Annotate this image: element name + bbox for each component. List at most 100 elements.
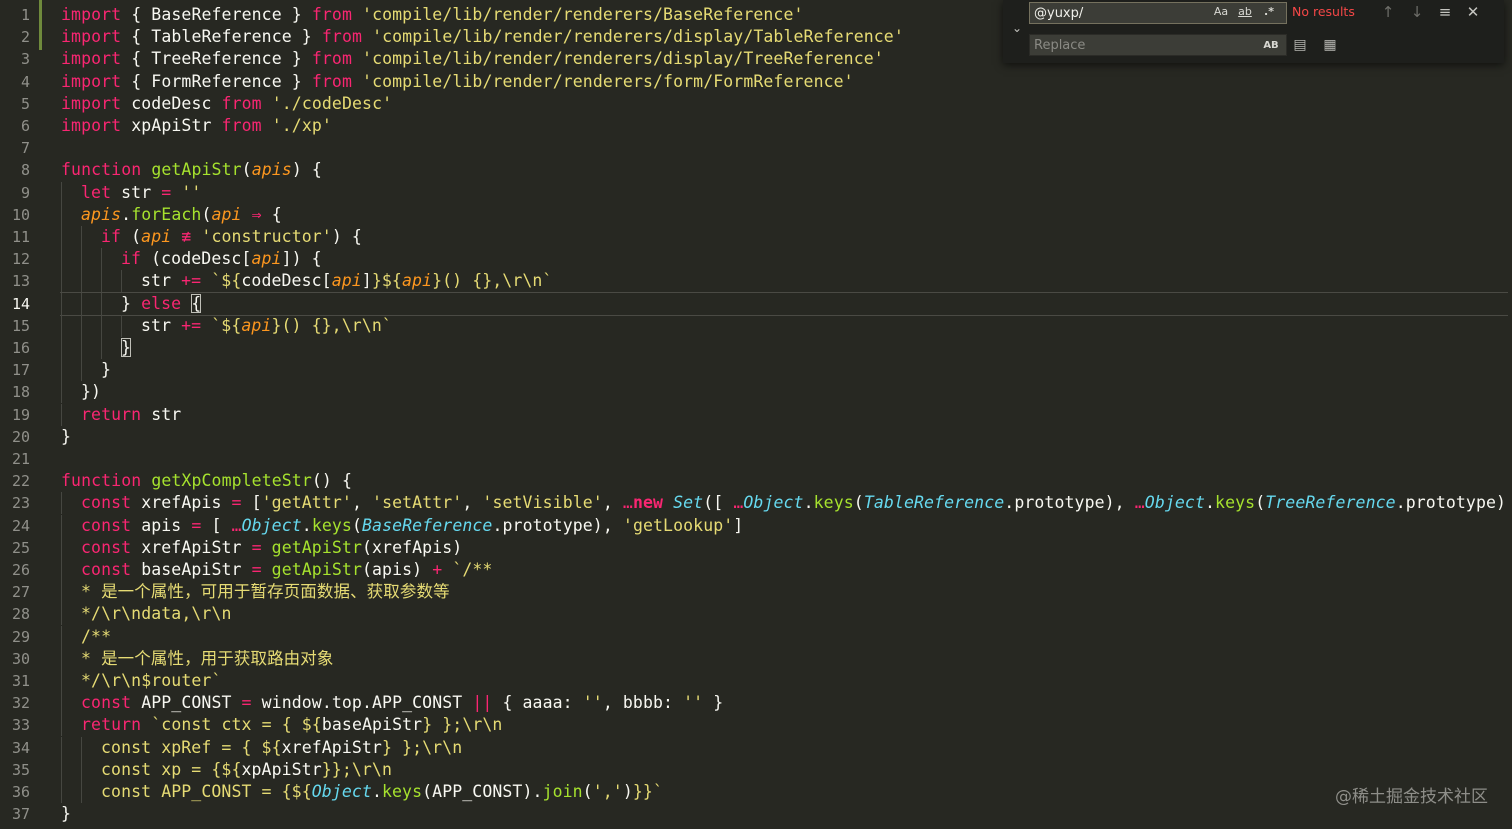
code-line[interactable]: 10 apis.forEach(api ⇒ { (0, 203, 1512, 226)
line-number: 17 (11, 361, 30, 380)
code-line[interactable]: 6 import xpApiStr from './xp' (0, 115, 1512, 137)
code-line[interactable]: 18}) (0, 381, 1512, 404)
code-token: 'getAttr' (261, 493, 352, 513)
code-token: import (61, 27, 122, 47)
code-token: }) (81, 382, 102, 402)
preserve-case-button[interactable]: AB (1261, 38, 1281, 54)
code-token: from (321, 27, 363, 47)
indent-guide (81, 248, 82, 271)
replace-input[interactable] (1029, 34, 1287, 56)
code-line[interactable]: 5 import codeDesc from './codeDesc' (0, 93, 1512, 115)
code-token: `${ (211, 315, 242, 335)
code-line[interactable]: 17} (0, 359, 1512, 382)
code-token: . (1205, 493, 1216, 513)
code-token: . (803, 493, 814, 513)
code-line[interactable]: 36 const APP_CONST = {${Object.keys(APP_C… (0, 781, 1512, 803)
code-token: = (241, 693, 252, 713)
arrow-up-icon[interactable]: ↑ (1378, 2, 1398, 22)
code-token: new (632, 493, 664, 513)
code-token: } };\r\n (381, 737, 463, 757)
code-line[interactable]: 11 if (api ≢ 'constructor') { (0, 226, 1512, 248)
replace-all-icon[interactable]: ▦ (1320, 35, 1340, 55)
code-line[interactable]: 30 * 是一个属性，用于获取路由对象 (0, 647, 1512, 670)
code-line[interactable]: 8 function getApiStr(apis) { (0, 159, 1512, 181)
code-line[interactable]: 16} (0, 337, 1512, 359)
code-line[interactable]: 27 * 是一个属性，可用于暂存页面数据、获取参数等 (0, 581, 1512, 604)
whole-word-button[interactable]: ab (1235, 4, 1255, 20)
code-line[interactable]: 33 return `const ctx = { ${baseApiStr} };… (0, 714, 1512, 737)
code-line[interactable]: 37} (0, 803, 1512, 825)
code-token: (codeDesc[ (141, 249, 252, 269)
code-token: . (371, 782, 382, 801)
indent-guide (61, 692, 62, 715)
code-token: from (221, 116, 262, 135)
chevron-down-icon[interactable]: ⌄ (1009, 18, 1025, 38)
code-token: 'compile/lib/render/renderers/form/FormR… (362, 71, 854, 91)
code-token: '' (582, 693, 603, 713)
code-token: … (733, 493, 744, 513)
code-line[interactable]: 13 str += `${codeDesc[api]}${api}() {},\r… (0, 270, 1512, 293)
code-line[interactable]: 34 const xpRef = { ${xrefApiStr} };\r\n (0, 736, 1512, 759)
code-line[interactable]: 32 const APP_CONST = window.top.APP_CONST… (0, 692, 1512, 715)
close-icon[interactable]: ✕ (1463, 2, 1483, 22)
code-token: apis (131, 515, 192, 535)
code-line[interactable]: 24 const apis = [ …Object.keys(BaseRefere… (0, 514, 1512, 537)
code-line[interactable]: 29 /** (0, 625, 1512, 648)
code-token: Set (673, 493, 704, 513)
code-token: { BaseReference } (121, 5, 312, 24)
code-line[interactable]: 4 import { FormReference } from 'compile/… (0, 71, 1512, 93)
code-line[interactable]: 21 (0, 448, 1512, 470)
arrow-down-icon[interactable]: ↓ (1407, 2, 1427, 22)
code-text: } (121, 337, 132, 359)
indent-guide (101, 337, 102, 359)
code-token: = (191, 515, 202, 535)
indent-guide (61, 625, 62, 648)
code-line[interactable]: 7 (0, 137, 1512, 159)
code-token: }}` (632, 782, 663, 801)
code-line[interactable]: 31 */\r\n$router` (0, 670, 1512, 692)
code-text: str += `${api}() {},\r\n` (141, 315, 392, 337)
find-in-selection-icon[interactable]: ≡ (1435, 2, 1455, 22)
code-line[interactable]: 14} else { (0, 291, 1512, 316)
code-line[interactable]: 15 str += `${api}() {},\r\n` (0, 314, 1512, 337)
code-token: const xpRef = { (101, 737, 262, 757)
line-number: 11 (11, 228, 30, 246)
line-number: 12 (11, 250, 30, 269)
code-editor[interactable]: 1 import { BaseReference } from 'compile/… (0, 0, 1512, 829)
match-case-button[interactable]: Aa (1212, 4, 1230, 20)
code-text: import { TreeReference } from 'compile/l… (61, 48, 884, 70)
code-token: xrefApiStr (281, 737, 382, 757)
code-text: apis.forEach(api ⇒ { (81, 204, 282, 226)
code-line[interactable]: 23 const xrefApis = ['getAttr', 'setAttr'… (0, 492, 1512, 515)
code-token: ( (241, 160, 252, 180)
line-number: 10 (11, 205, 30, 224)
code-line[interactable]: 9 let str = '' (0, 181, 1512, 204)
code-line[interactable]: 25 const xrefApiStr = getApiStr(xrefApis) (0, 536, 1512, 559)
code-token: [ (201, 515, 232, 535)
replace-one-icon[interactable]: ▤ (1290, 35, 1310, 55)
indent-guide (61, 181, 62, 204)
code-token: codeDesc (121, 93, 222, 113)
code-token: , (462, 493, 483, 513)
code-line[interactable]: 22 function getXpCompleteStr() { (0, 470, 1512, 492)
code-token: + (432, 560, 443, 579)
line-number: 30 (11, 649, 30, 668)
code-token: let (81, 182, 112, 202)
code-line[interactable]: 12 if (codeDesc[api]) { (0, 248, 1512, 271)
code-text: } (61, 426, 71, 448)
indent-guide (61, 314, 62, 337)
code-text: let str = '' (81, 182, 201, 204)
line-number: 28 (11, 605, 30, 624)
code-text: import { FormReference } from 'compile/l… (61, 71, 854, 93)
code-line[interactable]: 26 const baseApiStr = getApiStr(apis) + `… (0, 559, 1512, 581)
code-line[interactable]: 20} (0, 426, 1512, 448)
code-line[interactable]: 19 return str (0, 403, 1512, 426)
code-token: * 是一个属性，用于获取路由对象 (81, 648, 334, 668)
code-line[interactable]: 28 */\r\ndata,\r\n (0, 603, 1512, 626)
regex-button[interactable]: .* (1261, 4, 1277, 20)
code-line[interactable]: 35 const xp = {${xpApiStr}};\r\n (0, 758, 1512, 781)
